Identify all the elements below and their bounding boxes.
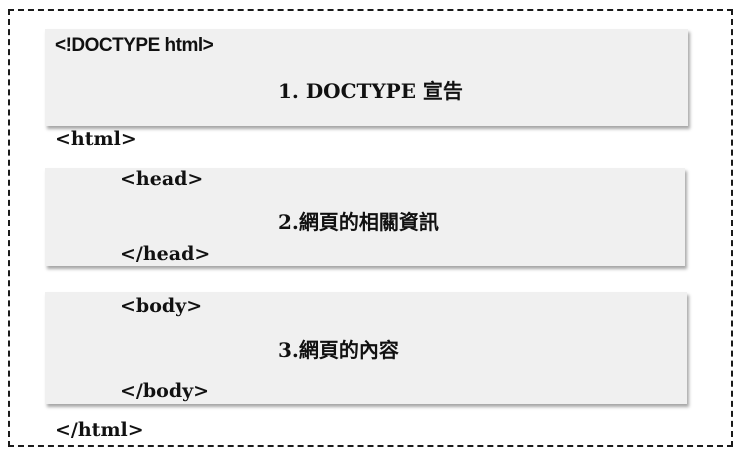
head-close-tag: </head> — [120, 243, 211, 265]
doctype-caption: 1. DOCTYPE 宣告 — [278, 79, 463, 103]
html-close-tag: </html> — [55, 419, 144, 441]
doctype-tag: <!DOCTYPE html> — [55, 35, 214, 56]
head-open-tag: <head> — [120, 168, 204, 190]
body-close-tag: </body> — [120, 380, 210, 402]
head-caption: 2.網頁的相關資訊 — [278, 210, 439, 234]
body-open-tag: <body> — [120, 295, 203, 317]
body-caption: 3.網頁的內容 — [278, 338, 399, 362]
html-open-tag: <html> — [55, 128, 137, 150]
